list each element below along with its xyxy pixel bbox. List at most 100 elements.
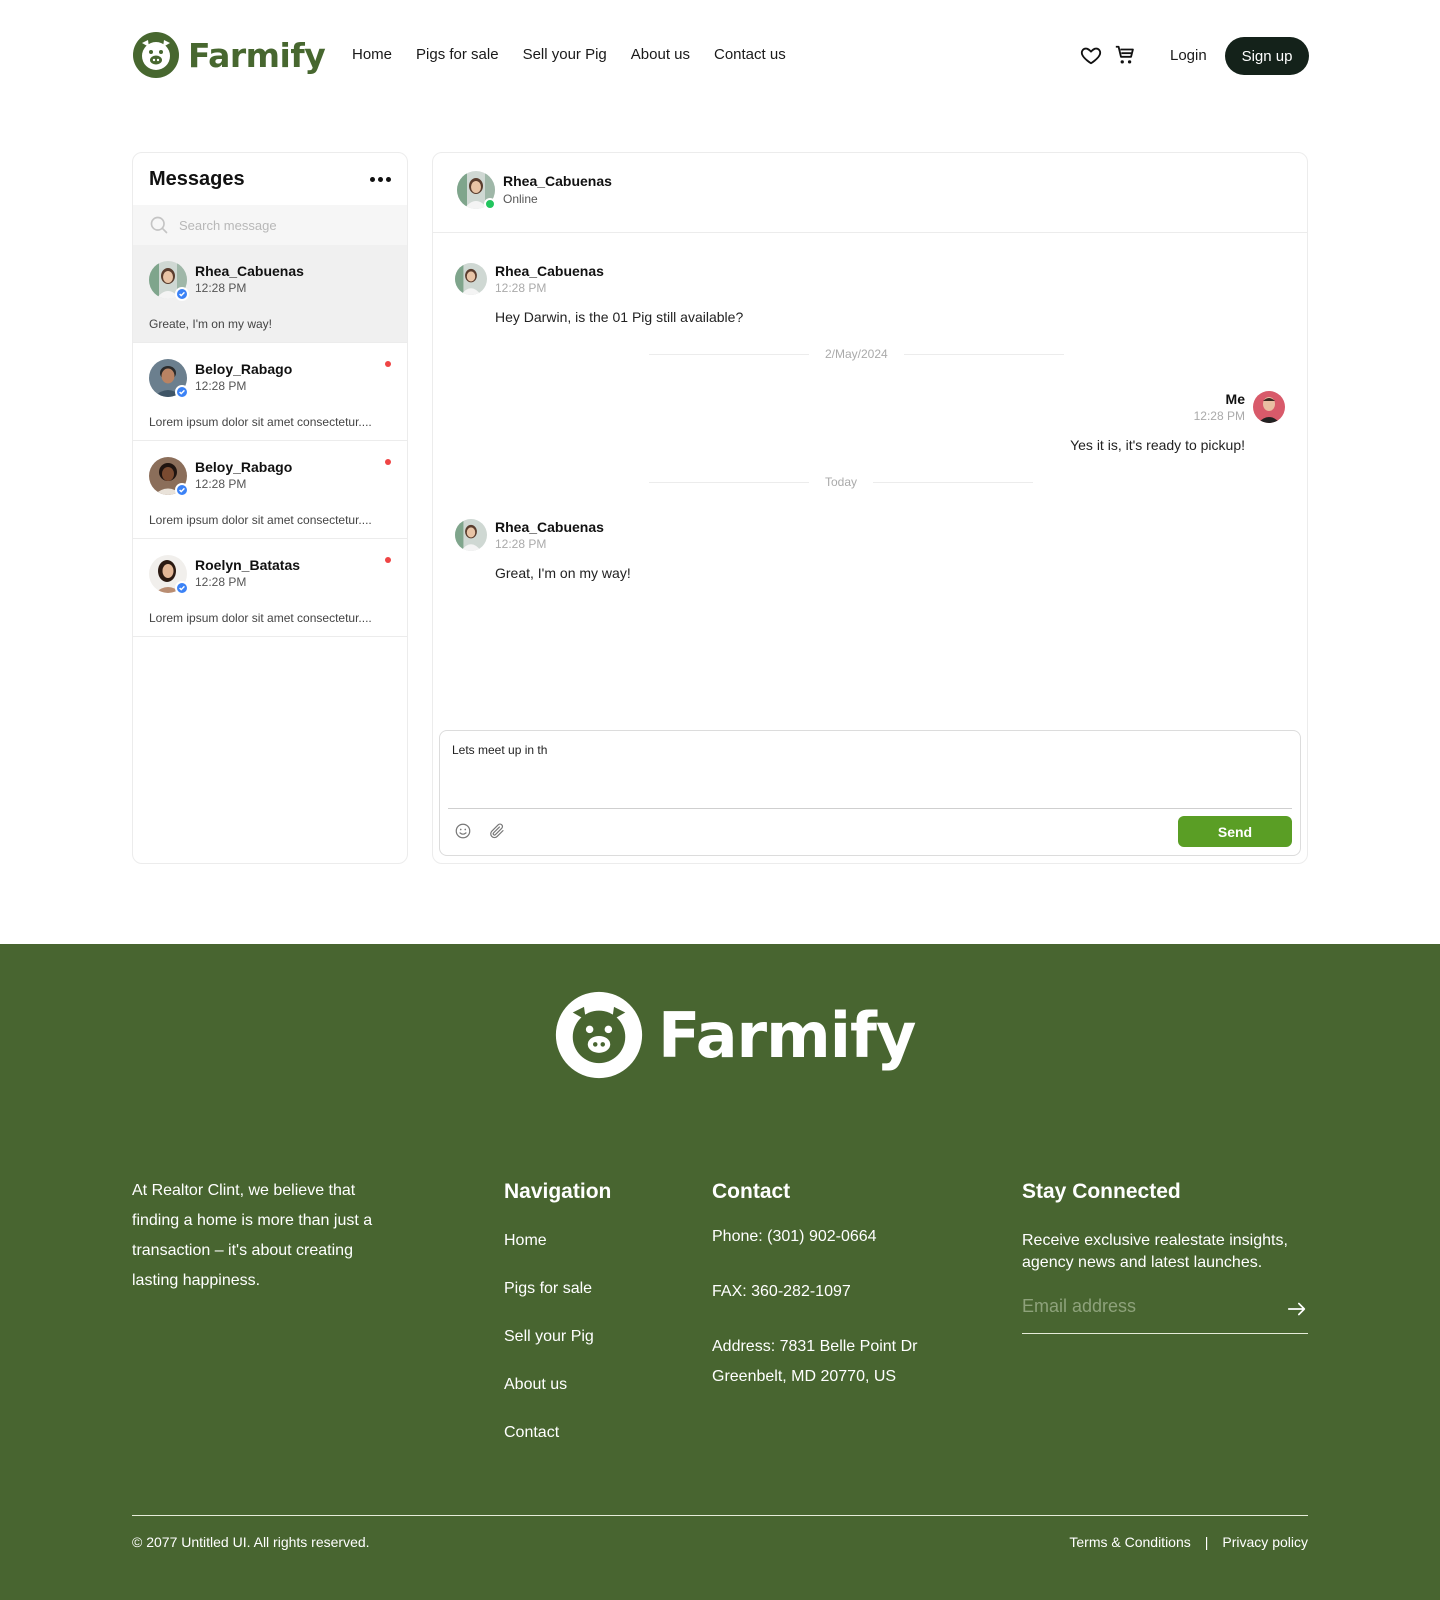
verified-badge-icon bbox=[175, 385, 189, 399]
emoji-icon[interactable] bbox=[454, 822, 472, 840]
footer-fax: FAX: 360-282-1097 bbox=[712, 1283, 851, 1300]
footer-about: At Realtor Clint, we believe that findin… bbox=[132, 1182, 373, 1289]
header-icons bbox=[1080, 44, 1136, 66]
attachment-icon[interactable] bbox=[488, 822, 506, 840]
site-footer: Farmify At Realtor Clint, we believe tha… bbox=[0, 944, 1440, 1600]
footer-address-line2: Greenbelt, MD 20770, US bbox=[712, 1368, 897, 1385]
nav-contact-us[interactable]: Contact us bbox=[714, 46, 786, 63]
conversation-item[interactable]: Beloy_Rabago 12:28 PM Lorem ipsum dolor … bbox=[133, 343, 407, 441]
messages-header: Messages bbox=[133, 153, 407, 205]
cart-icon[interactable] bbox=[1114, 44, 1136, 66]
message-sender: Me bbox=[1225, 391, 1245, 407]
email-input[interactable] bbox=[1022, 1296, 1262, 1317]
chat-panel: Rhea_Cabuenas Online Rhea_Cabuenas 12:28… bbox=[432, 152, 1308, 864]
arrow-right-icon[interactable] bbox=[1286, 1298, 1308, 1320]
conversation-preview: Lorem ipsum dolor sit amet consectetur..… bbox=[149, 513, 372, 527]
conversation-name: Beloy_Rabago bbox=[195, 459, 293, 475]
message-text: Hey Darwin, is the 01 Pig still availabl… bbox=[495, 309, 744, 325]
verified-badge-icon bbox=[175, 581, 189, 595]
footer-contact-title: Contact bbox=[712, 1180, 791, 1203]
messages-title: Messages bbox=[149, 167, 245, 190]
chat-contact-name: Rhea_Cabuenas bbox=[503, 173, 612, 189]
conversation-item[interactable]: Rhea_Cabuenas 12:28 PM Greate, I'm on my… bbox=[133, 245, 407, 343]
chat-message: Rhea_Cabuenas 12:28 PM Great, I'm on my … bbox=[455, 519, 855, 589]
conversation-name: Beloy_Rabago bbox=[195, 361, 293, 377]
signup-button[interactable]: Sign up bbox=[1225, 37, 1309, 75]
legal-separator: | bbox=[1204, 1534, 1209, 1550]
avatar bbox=[149, 359, 189, 399]
conversation-time: 12:28 PM bbox=[195, 477, 247, 491]
message-sender: Rhea_Cabuenas bbox=[495, 519, 604, 535]
conversation-item[interactable]: Roelyn_Batatas 12:28 PM Lorem ipsum dolo… bbox=[133, 539, 407, 637]
conversation-preview: Lorem ipsum dolor sit amet consectetur..… bbox=[149, 415, 372, 429]
footer-copyright: © 2077 Untitled UI. All rights reserved. bbox=[132, 1534, 370, 1550]
avatar bbox=[149, 555, 189, 595]
message-text: Great, I'm on my way! bbox=[495, 565, 631, 581]
avatar bbox=[455, 519, 487, 551]
search-input[interactable] bbox=[179, 217, 379, 233]
conversation-time: 12:28 PM bbox=[195, 575, 247, 589]
terms-link[interactable]: Terms & Conditions bbox=[1069, 1534, 1190, 1550]
send-button[interactable]: Send bbox=[1178, 816, 1292, 847]
footer-nav-sell-your-pig[interactable]: Sell your Pig bbox=[504, 1328, 594, 1376]
verified-badge-icon bbox=[175, 483, 189, 497]
newsletter-form bbox=[1022, 1286, 1308, 1334]
avatar bbox=[149, 457, 189, 497]
composer-divider bbox=[448, 808, 1292, 809]
conversation-item[interactable]: Beloy_Rabago 12:28 PM Lorem ipsum dolor … bbox=[133, 441, 407, 539]
footer-phone: Phone: (301) 902-0664 bbox=[712, 1228, 877, 1245]
footer-nav-contact[interactable]: Contact bbox=[504, 1424, 594, 1472]
footer-nav-about-us[interactable]: About us bbox=[504, 1376, 594, 1424]
login-link[interactable]: Login bbox=[1170, 47, 1207, 64]
conversation-preview: Greate, I'm on my way! bbox=[149, 317, 272, 331]
verified-badge-icon bbox=[175, 287, 189, 301]
conversation-time: 12:28 PM bbox=[195, 379, 247, 393]
avatar bbox=[457, 171, 496, 210]
conversation-name: Rhea_Cabuenas bbox=[195, 263, 304, 279]
conversation-time: 12:28 PM bbox=[195, 281, 247, 295]
chat-message: Me 12:28 PM Yes it is, it's ready to pic… bbox=[985, 391, 1285, 461]
footer-legal-links: Terms & Conditions | Privacy policy bbox=[1069, 1534, 1308, 1550]
site-header: Farmify Home Pigs for sale Sell your Pig… bbox=[0, 0, 1440, 112]
footer-nav-home[interactable]: Home bbox=[504, 1232, 594, 1280]
footer-brand-name: Farmify bbox=[658, 998, 916, 1072]
main-nav: Home Pigs for sale Sell your Pig About u… bbox=[352, 46, 786, 63]
brand-name: Farmify bbox=[188, 35, 326, 75]
heart-icon[interactable] bbox=[1080, 44, 1102, 66]
date-divider: 2/May/2024 bbox=[649, 347, 1064, 361]
search-bar bbox=[133, 205, 407, 245]
avatar bbox=[149, 261, 189, 301]
nav-about-us[interactable]: About us bbox=[631, 46, 690, 63]
footer-stay-connected-title: Stay Connected bbox=[1022, 1180, 1181, 1203]
message-time: 12:28 PM bbox=[495, 281, 547, 295]
footer-navigation-title: Navigation bbox=[504, 1180, 612, 1203]
unread-dot bbox=[385, 361, 391, 367]
nav-sell-your-pig[interactable]: Sell your Pig bbox=[523, 46, 607, 63]
message-sender: Rhea_Cabuenas bbox=[495, 263, 604, 279]
avatar bbox=[1253, 391, 1285, 423]
more-options-icon[interactable] bbox=[370, 176, 391, 182]
pig-logo-icon bbox=[133, 32, 179, 78]
conversation-preview: Lorem ipsum dolor sit amet consectetur..… bbox=[149, 611, 372, 625]
footer-nav: Home Pigs for sale Sell your Pig About u… bbox=[504, 1232, 594, 1472]
chat-header: Rhea_Cabuenas Online bbox=[433, 153, 1307, 233]
footer-address-line1: Address: 7831 Belle Point Dr bbox=[712, 1338, 918, 1355]
footer-logo[interactable]: Farmify bbox=[554, 990, 916, 1080]
unread-dot bbox=[385, 459, 391, 465]
message-input[interactable]: Lets meet up in th bbox=[452, 743, 1288, 803]
message-time: 12:28 PM bbox=[495, 537, 547, 551]
nav-pigs-for-sale[interactable]: Pigs for sale bbox=[416, 46, 499, 63]
nav-home[interactable]: Home bbox=[352, 46, 392, 63]
privacy-link[interactable]: Privacy policy bbox=[1222, 1534, 1308, 1550]
message-composer: Lets meet up in th Send bbox=[439, 730, 1301, 856]
brand-logo[interactable]: Farmify bbox=[132, 31, 326, 79]
online-status-icon bbox=[484, 198, 496, 210]
messages-panel: Messages Rhea_Cabuenas 12:28 PM Greate, … bbox=[132, 152, 408, 864]
footer-divider bbox=[132, 1515, 1308, 1516]
message-time: 12:28 PM bbox=[1193, 409, 1245, 423]
date-divider: Today bbox=[649, 475, 1034, 489]
avatar bbox=[455, 263, 487, 295]
message-text: Yes it is, it's ready to pickup! bbox=[1070, 437, 1245, 453]
footer-nav-pigs-for-sale[interactable]: Pigs for sale bbox=[504, 1280, 594, 1328]
chat-contact-status: Online bbox=[503, 192, 538, 206]
